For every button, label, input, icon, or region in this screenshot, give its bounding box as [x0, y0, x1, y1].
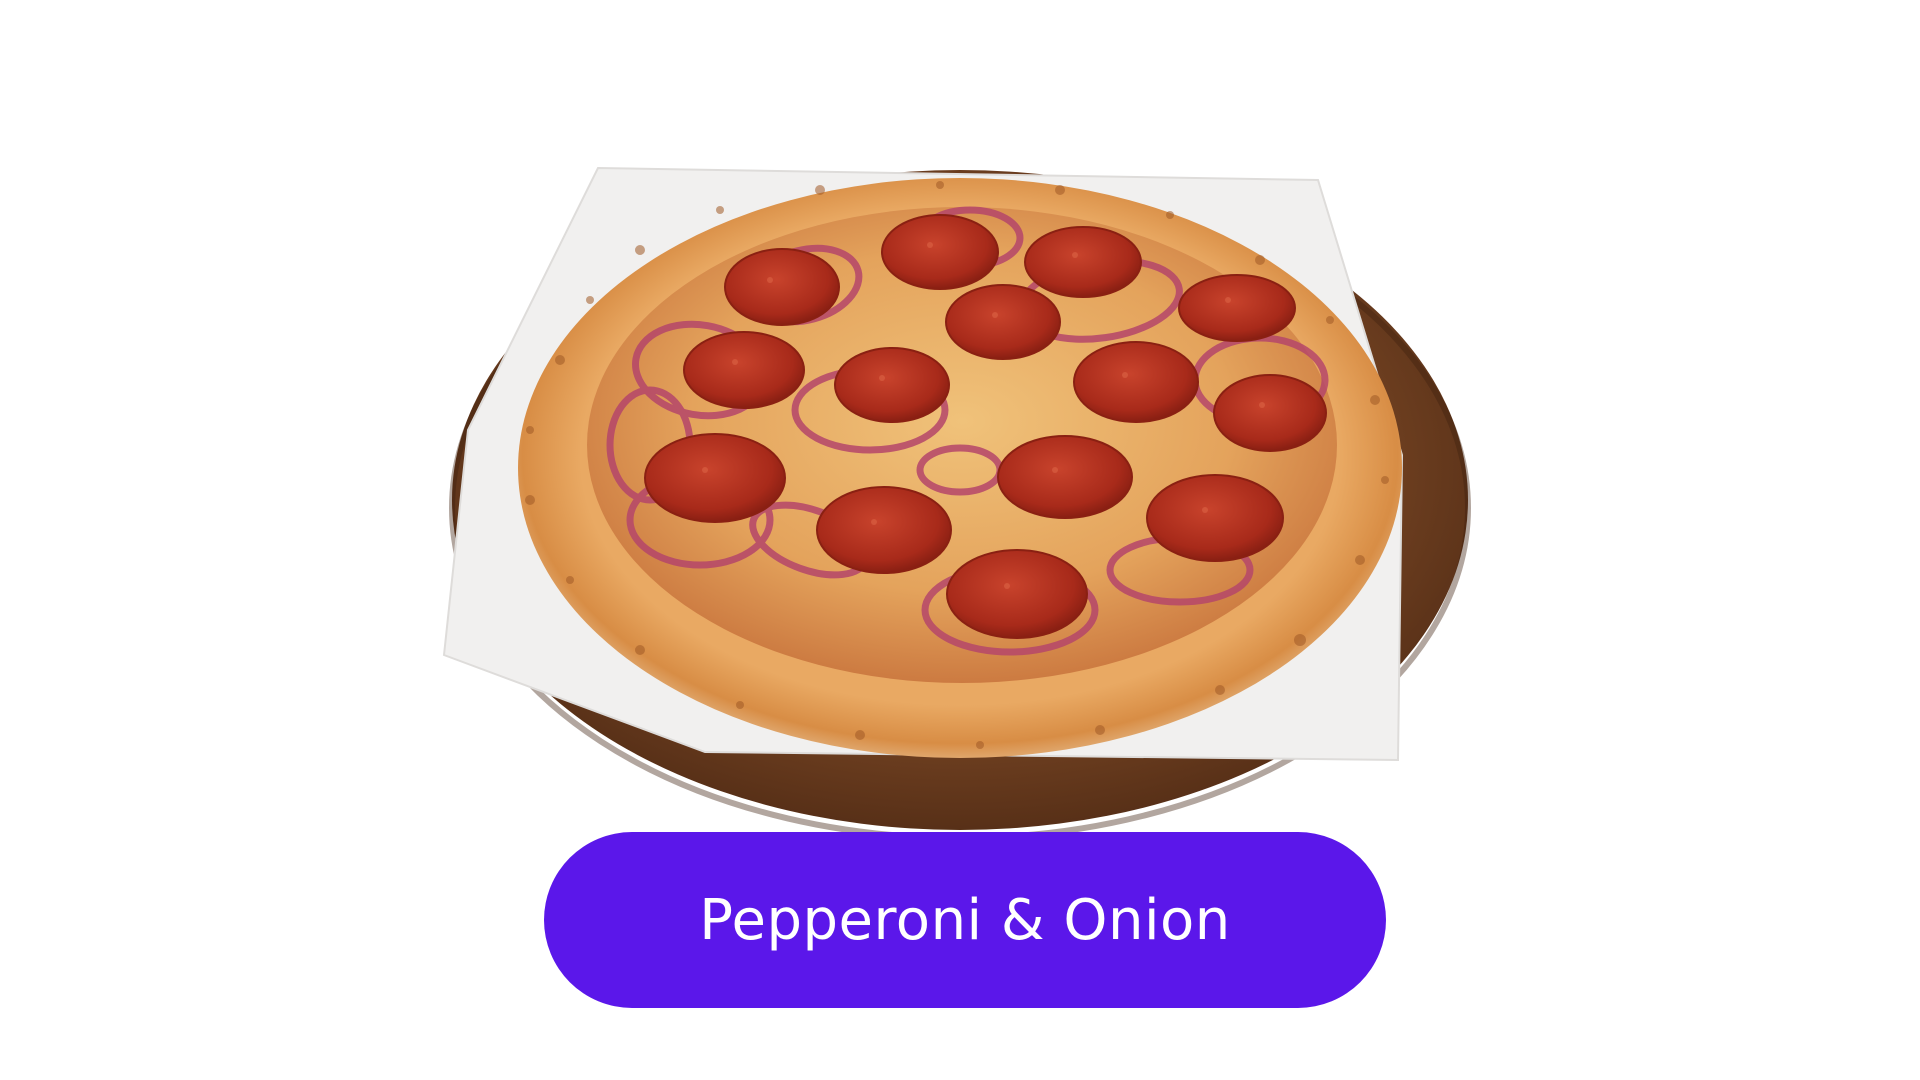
- product-name-button[interactable]: Pepperoni & Onion: [544, 832, 1386, 1008]
- product-card: Pepperoni & Onion: [0, 0, 1920, 1080]
- product-name-label: Pepperoni & Onion: [699, 887, 1231, 953]
